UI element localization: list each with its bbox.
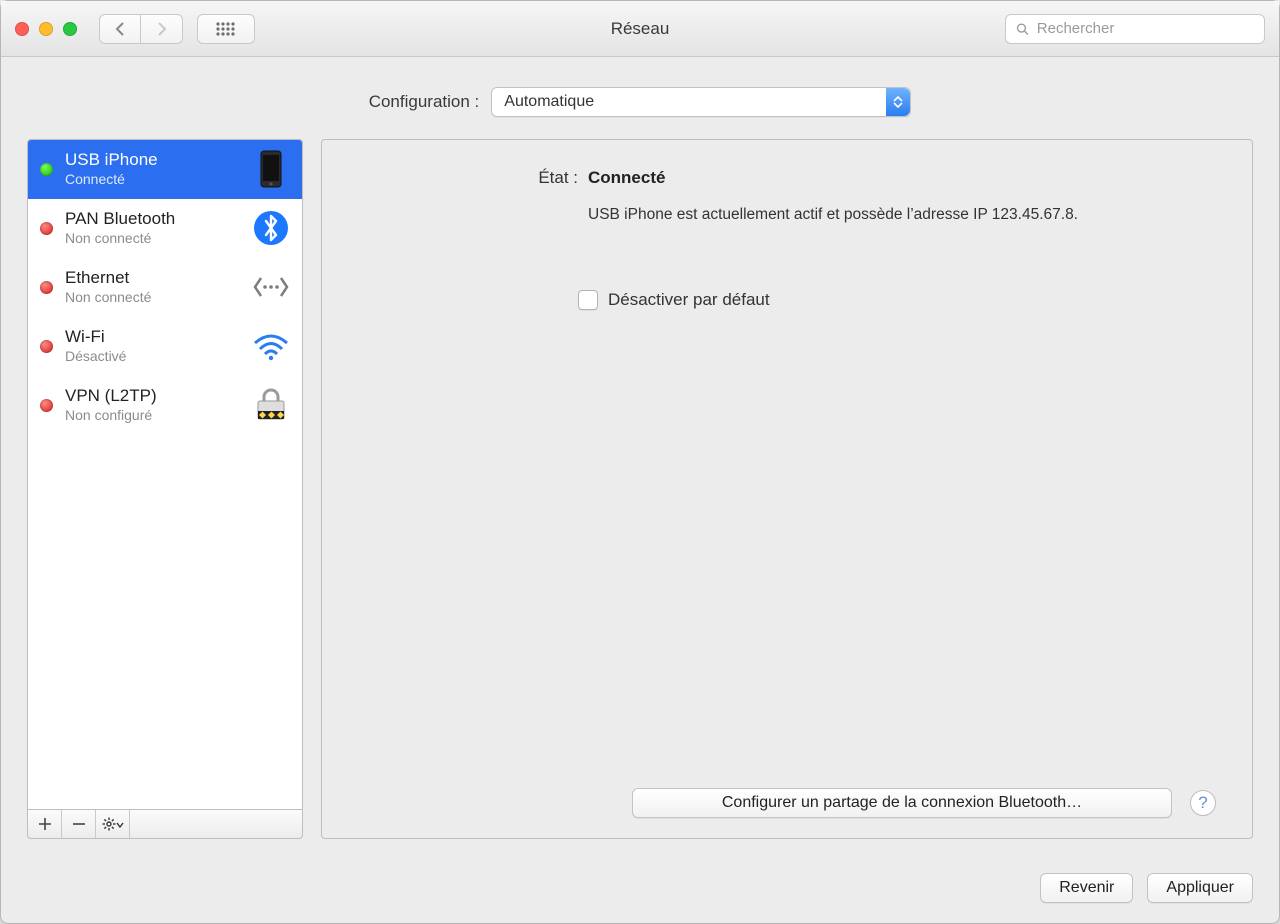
search-icon (1016, 22, 1029, 36)
configure-bluetooth-button[interactable]: Configurer un partage de la connexion Bl… (632, 788, 1172, 818)
network-services-list: USB iPhoneConnectéPAN BluetoothNon conne… (27, 139, 303, 809)
help-button[interactable]: ? (1190, 790, 1216, 816)
sidebar-item-iphone[interactable]: USB iPhoneConnecté (28, 140, 302, 199)
body: USB iPhoneConnectéPAN BluetoothNon conne… (1, 139, 1279, 857)
checkbox-box (578, 290, 598, 310)
revert-button[interactable]: Revenir (1040, 873, 1133, 903)
gear-icon (102, 817, 124, 831)
status-value: Connecté (588, 168, 1216, 188)
configuration-row: Configuration : Automatique (1, 57, 1279, 139)
traffic-lights (15, 22, 77, 36)
sidebar: USB iPhoneConnectéPAN BluetoothNon conne… (27, 139, 303, 839)
select-stepper-icon (886, 88, 910, 116)
status-dot (40, 340, 53, 353)
add-service-button[interactable] (28, 810, 62, 838)
iphone-icon (250, 148, 292, 190)
service-name: Wi-Fi (65, 327, 238, 347)
plus-icon (38, 817, 52, 831)
service-status: Non connecté (65, 230, 238, 247)
search-input[interactable] (1037, 20, 1254, 37)
vpn-icon (250, 384, 292, 426)
detail-pane: État : Connecté USB iPhone est actuellem… (321, 139, 1253, 839)
status-dot (40, 222, 53, 235)
sidebar-item-wifi[interactable]: Wi-FiDésactivé (28, 317, 302, 376)
sidebar-item-ethernet[interactable]: EthernetNon connecté (28, 258, 302, 317)
minus-icon (72, 817, 86, 831)
minimize-window-button[interactable] (39, 22, 53, 36)
service-name: VPN (L2TP) (65, 386, 238, 406)
service-status: Non connecté (65, 289, 238, 306)
nav-group (99, 14, 183, 44)
service-status: Désactivé (65, 348, 238, 365)
status-label: État : (358, 168, 578, 188)
grid-icon (215, 21, 237, 37)
wifi-icon (250, 325, 292, 367)
close-window-button[interactable] (15, 22, 29, 36)
status-dot (40, 163, 53, 176)
apply-button[interactable]: Appliquer (1147, 873, 1253, 903)
sidebar-footer (27, 809, 303, 839)
service-name: PAN Bluetooth (65, 209, 238, 229)
footer: Revenir Appliquer (1, 857, 1279, 923)
search-field-wrap[interactable] (1005, 14, 1265, 44)
sidebar-item-vpn[interactable]: VPN (L2TP)Non configuré (28, 376, 302, 435)
configuration-value: Automatique (504, 93, 594, 111)
sidebar-item-bluetooth[interactable]: PAN BluetoothNon connecté (28, 199, 302, 258)
back-button[interactable] (99, 14, 141, 44)
sidebar-footer-spacer (130, 810, 302, 838)
configuration-label: Configuration : (369, 92, 480, 112)
configuration-select[interactable]: Automatique (491, 87, 911, 117)
status-dot (40, 281, 53, 294)
disable-by-default-checkbox[interactable]: Désactiver par défaut (578, 290, 1216, 310)
bluetooth-icon (250, 207, 292, 249)
checkbox-label: Désactiver par défaut (608, 290, 770, 310)
service-status: Non configuré (65, 407, 238, 424)
service-name: USB iPhone (65, 150, 238, 170)
show-all-button[interactable] (197, 14, 255, 44)
titlebar: Réseau (1, 1, 1279, 57)
status-dot (40, 399, 53, 412)
zoom-window-button[interactable] (63, 22, 77, 36)
service-status: Connecté (65, 171, 238, 188)
service-actions-menu[interactable] (96, 810, 130, 838)
status-row: État : Connecté USB iPhone est actuellem… (358, 168, 1216, 226)
remove-service-button[interactable] (62, 810, 96, 838)
forward-button[interactable] (141, 14, 183, 44)
status-description: USB iPhone est actuellement actif et pos… (588, 204, 1216, 226)
network-prefs-window: Réseau Configuration : Automatique USB i… (0, 0, 1280, 924)
ethernet-icon (250, 266, 292, 308)
service-name: Ethernet (65, 268, 238, 288)
